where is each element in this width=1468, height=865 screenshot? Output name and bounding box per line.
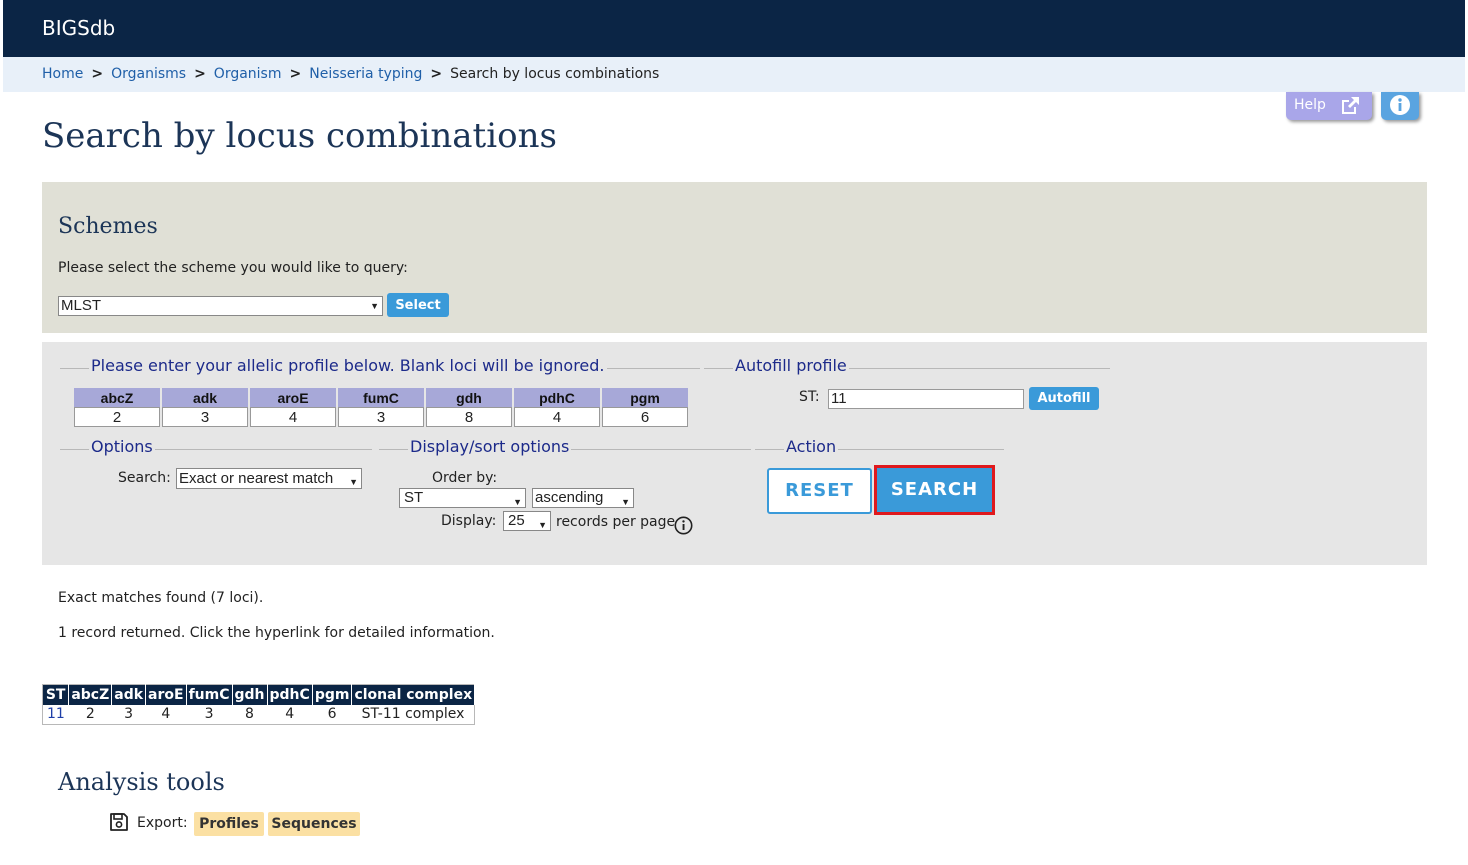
locus-header: aroE <box>250 388 336 407</box>
top-navbar: BIGSdb <box>3 0 1465 57</box>
reset-button[interactable]: RESET <box>767 468 872 514</box>
chevron-down-icon: ▼ <box>538 520 547 530</box>
order-by-select[interactable]: ST ▼ <box>399 488 526 508</box>
locus-header: abcZ <box>74 388 160 407</box>
schemes-panel: Schemes Please select the scheme you wou… <box>42 182 1427 333</box>
order-by-label: Order by: <box>432 470 498 486</box>
autofill-legend: Autofill profile <box>733 356 849 375</box>
locus-input-abcz[interactable]: 2 <box>74 407 160 427</box>
records-per-page-select[interactable]: 25 ▼ <box>503 511 551 531</box>
table-row: 11 2 3 4 3 8 4 6 ST-11 complex <box>43 705 475 725</box>
info-icon <box>1390 95 1410 115</box>
locus-input-adk[interactable]: 3 <box>162 407 248 427</box>
results-header: pdhC <box>267 684 313 705</box>
scheme-select[interactable]: MLST ▼ <box>58 296 383 316</box>
schemes-prompt: Please select the scheme you would like … <box>58 260 408 276</box>
table-cell: 4 <box>161 706 171 723</box>
results-header: fumC <box>186 684 233 705</box>
results-header: aroE <box>145 684 187 705</box>
sort-direction-select[interactable]: ascending ▼ <box>532 488 634 508</box>
results-header: ST <box>42 684 70 705</box>
save-icon <box>110 813 128 831</box>
display-label: Display: <box>441 513 497 529</box>
export-profiles-button[interactable]: Profiles <box>194 812 264 836</box>
search-mode-value: Exact or nearest match <box>179 470 334 487</box>
results-header: pgm <box>312 684 353 705</box>
results-header: adk <box>111 684 147 705</box>
locus-input-fumc[interactable]: 3 <box>338 407 424 427</box>
table-cell: ST-11 complex <box>361 706 465 723</box>
locus-input-pgm[interactable]: 6 <box>602 407 688 427</box>
order-by-value: ST <box>404 489 424 506</box>
help-button[interactable]: Help <box>1286 92 1372 120</box>
breadcrumb-separator: > <box>91 66 104 82</box>
autofill-button[interactable]: Autofill <box>1029 387 1099 410</box>
chevron-down-icon: ▼ <box>349 477 358 487</box>
sort-direction-value: ascending <box>535 489 604 506</box>
export-sequences-button[interactable]: Sequences <box>268 812 360 836</box>
results-header: abcZ <box>68 684 113 705</box>
chevron-down-icon: ▼ <box>370 301 379 311</box>
st-label: ST: <box>799 389 820 405</box>
locus-input-aroe[interactable]: 4 <box>250 407 336 427</box>
export-label: Export: <box>137 815 188 831</box>
match-message: Exact matches found (7 loci). <box>58 590 264 606</box>
breadcrumb-separator: > <box>194 66 206 82</box>
select-scheme-button[interactable]: Select <box>387 293 449 317</box>
breadcrumb-separator: > <box>430 66 443 82</box>
locus-input-pdhc[interactable]: 4 <box>514 407 600 427</box>
table-cell: 2 <box>85 706 95 723</box>
table-cell: 3 <box>124 706 134 723</box>
locus-header: pdhC <box>514 388 600 407</box>
locus-header: fumC <box>338 388 424 407</box>
info-tooltip-icon[interactable] <box>674 516 693 535</box>
brand-logo[interactable]: BIGSdb <box>42 16 115 40</box>
breadcrumb-organism[interactable]: Organism <box>214 66 282 82</box>
locus-input-gdh[interactable]: 8 <box>426 407 512 427</box>
analysis-tools-heading: Analysis tools <box>58 768 225 796</box>
st-input[interactable]: 11 <box>828 389 1024 409</box>
action-legend: Action <box>784 437 839 456</box>
query-panel: Please enter your allelic profile below.… <box>42 342 1427 565</box>
breadcrumb-current: Search by locus combinations <box>450 66 660 82</box>
locus-header: gdh <box>426 388 512 407</box>
results-header: clonal complex <box>351 684 476 705</box>
table-cell: 8 <box>245 706 254 723</box>
search-mode-label: Search: <box>118 470 171 486</box>
records-per-page-value: 25 <box>508 512 525 529</box>
breadcrumb: Home > Organisms > Organism > Neisseria typing… <box>3 57 1465 92</box>
page-title: Search by locus combinations <box>42 116 557 156</box>
allelic-profile-table: abcZ adk aroE fumC gdh pdhC pgm 2 3 4 3 … <box>72 388 690 427</box>
external-link-icon <box>1342 97 1359 114</box>
breadcrumb-separator: > <box>289 66 302 82</box>
schemes-heading: Schemes <box>58 214 158 239</box>
search-button[interactable]: SEARCH <box>874 465 995 515</box>
options-legend: Options <box>89 437 155 456</box>
display-sort-legend: Display/sort options <box>408 437 572 456</box>
locus-header: adk <box>162 388 248 407</box>
chevron-down-icon: ▼ <box>513 497 522 507</box>
results-header: gdh <box>232 684 268 705</box>
help-label: Help <box>1294 97 1326 113</box>
table-cell: 6 <box>327 706 337 723</box>
scheme-select-value: MLST <box>61 297 102 314</box>
search-mode-select[interactable]: Exact or nearest match ▼ <box>176 468 362 489</box>
info-button[interactable] <box>1381 92 1419 120</box>
table-cell: 4 <box>285 706 295 723</box>
table-cell: 3 <box>204 706 214 723</box>
breadcrumb-home[interactable]: Home <box>42 66 83 82</box>
breadcrumb-organisms[interactable]: Organisms <box>111 66 186 82</box>
locus-header: pgm <box>602 388 688 407</box>
records-per-page-label: records per page <box>556 514 676 530</box>
profile-legend: Please enter your allelic profile below.… <box>89 356 607 375</box>
chevron-down-icon: ▼ <box>621 497 630 507</box>
results-table: ST abcZ adk aroE fumC gdh pdhC pgm clona… <box>42 684 476 725</box>
breadcrumb-neisseria-typing[interactable]: Neisseria typing <box>309 66 422 82</box>
records-message: 1 record returned. Click the hyperlink f… <box>58 625 495 641</box>
st-profile-link[interactable]: 11 <box>43 705 69 725</box>
